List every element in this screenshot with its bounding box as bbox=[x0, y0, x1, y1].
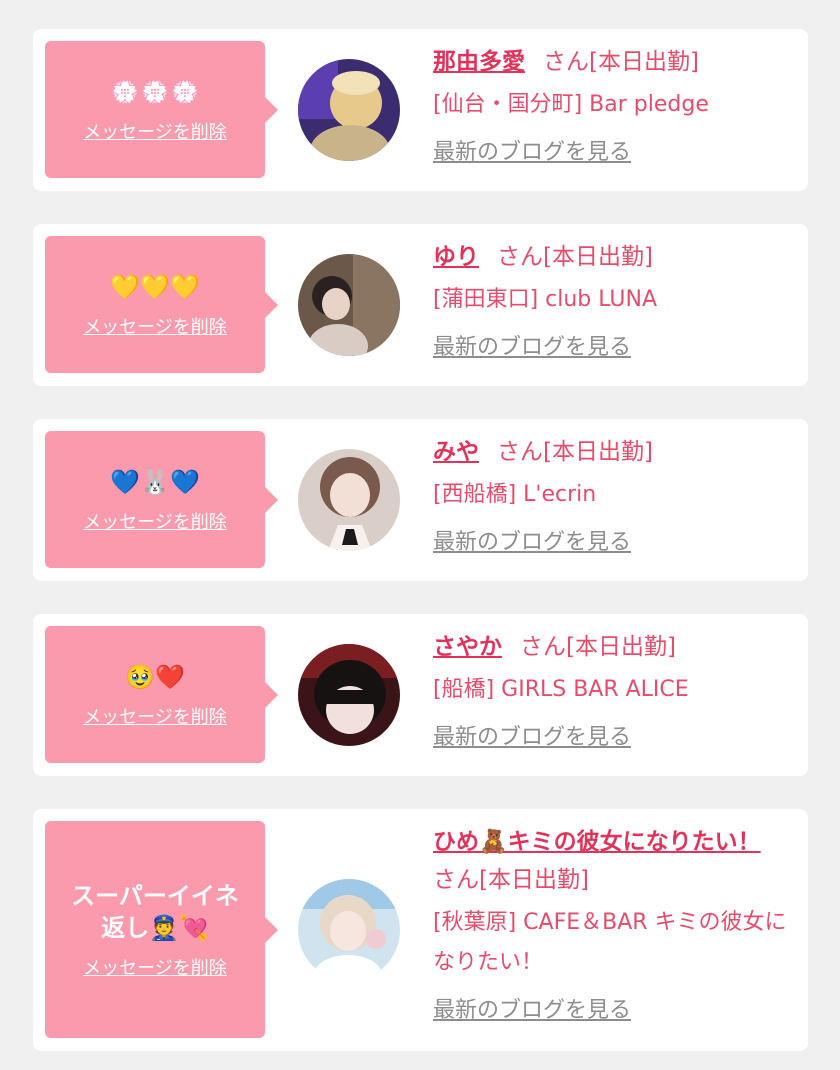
message-card: 💛💛💛 メッセージを削除 ゆり さん[本日出勤] [蒲田東口] club LUNA… bbox=[33, 224, 808, 386]
cast-name-link[interactable]: さやか bbox=[433, 634, 502, 660]
latest-blog-link[interactable]: 最新のブログを見る bbox=[433, 137, 631, 169]
status-text: さん[本日出勤] bbox=[497, 244, 653, 270]
shop-text: [船橋] GIRLS BAR ALICE bbox=[433, 677, 689, 702]
avatar[interactable] bbox=[298, 644, 400, 746]
status-text: さん[本日出勤] bbox=[497, 439, 653, 465]
message-bubble: 💮💮💮 メッセージを削除 bbox=[45, 41, 278, 178]
message-text: スーパーイイネ返し👮💘 bbox=[71, 881, 239, 942]
card-info: みや さん[本日出勤] [西船橋] L'ecrin 最新のブログを見る bbox=[433, 433, 794, 559]
delete-message-link[interactable]: メッセージを削除 bbox=[83, 703, 227, 729]
cast-name-link[interactable]: ひめ🧸キミの彼女になりたい！ bbox=[433, 829, 761, 855]
message-card: スーパーイイネ返し👮💘 メッセージを削除 ひめ🧸キミの彼女になりたい！ さん[本日… bbox=[33, 809, 808, 1051]
card-info: 那由多愛 さん[本日出勤] [仙台・国分町] Bar pledge 最新のブログを… bbox=[433, 43, 794, 169]
message-card: 💙🐰💙 メッセージを削除 みや さん[本日出勤] [西船橋] L'ecrin 最新… bbox=[33, 419, 808, 581]
shop-text: [西船橋] L'ecrin bbox=[433, 482, 597, 507]
card-info: さやか さん[本日出勤] [船橋] GIRLS BAR ALICE 最新のブログを… bbox=[433, 628, 794, 754]
message-bubble: スーパーイイネ返し👮💘 メッセージを削除 bbox=[45, 821, 278, 1038]
card-info: ゆり さん[本日出勤] [蒲田東口] club LUNA 最新のブログを見る bbox=[433, 238, 794, 364]
cast-name-link[interactable]: 那由多愛 bbox=[433, 49, 525, 75]
latest-blog-link[interactable]: 最新のブログを見る bbox=[433, 332, 631, 364]
avatar[interactable] bbox=[298, 59, 400, 161]
shop-text: [蒲田東口] club LUNA bbox=[433, 287, 658, 312]
status-text: さん[本日出勤] bbox=[520, 634, 676, 660]
avatar[interactable] bbox=[298, 879, 400, 981]
cast-name-link[interactable]: みや bbox=[433, 439, 479, 465]
message-bubble: 💛💛💛 メッセージを削除 bbox=[45, 236, 278, 373]
cast-name-link[interactable]: ゆり bbox=[433, 244, 479, 270]
delete-message-link[interactable]: メッセージを削除 bbox=[83, 954, 227, 980]
message-text: 🥹❤️ bbox=[125, 662, 185, 691]
avatar[interactable] bbox=[298, 254, 400, 356]
delete-message-link[interactable]: メッセージを削除 bbox=[83, 508, 227, 534]
message-card: 💮💮💮 メッセージを削除 那由多愛 さん[本日出勤] [仙台・国分町] Bar p… bbox=[33, 29, 808, 191]
card-info: ひめ🧸キミの彼女になりたい！ さん[本日出勤] [秋葉原] CAFE＆BAR キミ… bbox=[433, 823, 794, 1027]
latest-blog-link[interactable]: 最新のブログを見る bbox=[433, 527, 631, 559]
message-text: 💮💮💮 bbox=[110, 77, 200, 106]
shop-text: [仙台・国分町] Bar pledge bbox=[433, 92, 709, 117]
latest-blog-link[interactable]: 最新のブログを見る bbox=[433, 995, 631, 1027]
message-list: 💮💮💮 メッセージを削除 那由多愛 さん[本日出勤] [仙台・国分町] Bar p… bbox=[0, 0, 840, 1070]
message-card: 🥹❤️ メッセージを削除 さやか さん[本日出勤] [船橋] GIRLS BAR … bbox=[33, 614, 808, 776]
delete-message-link[interactable]: メッセージを削除 bbox=[83, 118, 227, 144]
shop-text: [秋葉原] CAFE＆BAR キミの彼女になりたい！ bbox=[433, 910, 787, 975]
message-bubble: 💙🐰💙 メッセージを削除 bbox=[45, 431, 278, 568]
message-text: 💙🐰💙 bbox=[110, 467, 200, 496]
avatar[interactable] bbox=[298, 449, 400, 551]
latest-blog-link[interactable]: 最新のブログを見る bbox=[433, 722, 631, 754]
message-bubble: 🥹❤️ メッセージを削除 bbox=[45, 626, 278, 763]
status-text: さん[本日出勤] bbox=[543, 49, 699, 75]
status-text: さん[本日出勤] bbox=[433, 867, 589, 893]
message-text: 💛💛💛 bbox=[110, 272, 200, 301]
delete-message-link[interactable]: メッセージを削除 bbox=[83, 313, 227, 339]
